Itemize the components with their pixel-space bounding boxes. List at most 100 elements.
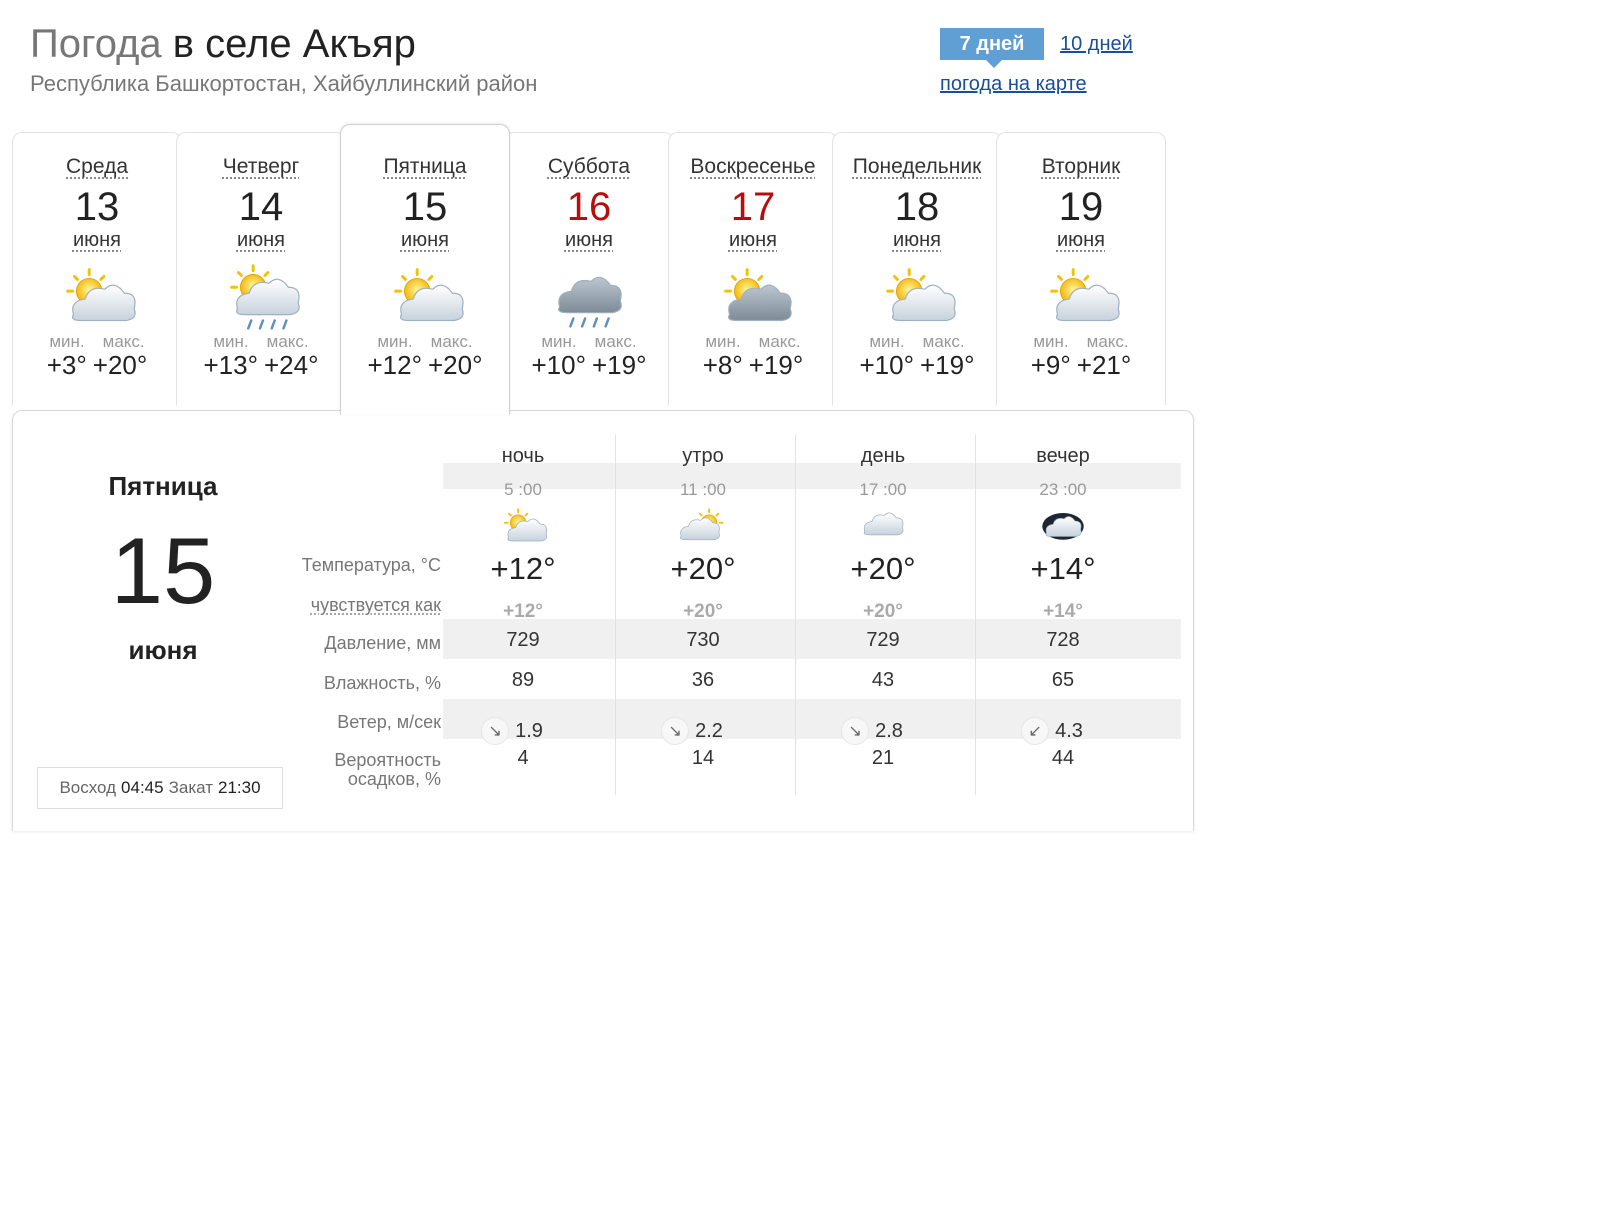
period-temperature: +12°: [490, 551, 556, 586]
period-time: 5 :00: [504, 480, 542, 499]
period-name: вечер: [1036, 445, 1090, 467]
day-name[interactable]: Четверг: [177, 155, 345, 179]
sunrise-label: Восход: [59, 778, 117, 797]
title-location: в селе Акъяр: [172, 22, 416, 66]
max-label: макс.: [1086, 332, 1129, 351]
min-label: мин.: [1033, 332, 1069, 351]
partly-cloudy-icon: [380, 264, 470, 332]
wind-speed: 1.9: [515, 719, 543, 742]
day-name[interactable]: Суббота: [505, 155, 673, 179]
ten-days-link[interactable]: 10 дней: [1060, 33, 1133, 56]
period-feels-like: +20°: [683, 601, 723, 622]
day-detail-panel: Пятница 15 июня Восход 04:45 Закат 21:30…: [12, 410, 1194, 831]
precip-label: Вероятность осадков, %: [334, 751, 441, 789]
day-month: июня: [892, 229, 942, 251]
min-max-values: +13° +24°: [177, 350, 345, 381]
period-humidity: 36: [691, 669, 715, 691]
day-card[interactable]: Суббота 16 июня мин. макс. +10° +19°: [504, 132, 674, 405]
day-number: 17: [730, 185, 776, 229]
weather-map-link[interactable]: погода на карте: [940, 73, 1087, 96]
night-cloud-icon: [1035, 505, 1091, 549]
day-card[interactable]: Понедельник 18 июня мин. макс. +10° +19°: [832, 132, 1002, 405]
period-wind: ↘ 1.9: [431, 717, 615, 745]
period-pressure: 728: [1046, 629, 1080, 651]
feels-like-label[interactable]: чувствуется как: [311, 595, 441, 616]
precip-label-line1: Вероятность: [334, 750, 441, 770]
detail-day-name: Пятница: [108, 471, 218, 501]
min-temp: +9°: [1030, 350, 1071, 380]
period-time: 11 :00: [679, 480, 726, 499]
partly-cloudy-rain-icon: [216, 264, 306, 332]
period-feels-like: +20°: [863, 601, 903, 622]
day-month: июня: [400, 229, 450, 251]
period-column: утро 11 :00 +20° +20° 730 36 ↘ 2.2 14: [611, 435, 796, 795]
wind-direction-icon: ↙: [1021, 717, 1050, 745]
max-temp: +19°: [748, 350, 804, 380]
cloud-rain-icon: [544, 264, 634, 332]
temperature-label: Температура, °C: [301, 555, 441, 575]
min-temp: +13°: [203, 350, 258, 380]
day-month: июня: [1056, 229, 1106, 251]
day-name[interactable]: Вторник: [997, 155, 1165, 179]
period-pressure: 729: [866, 629, 900, 651]
seven-days-button[interactable]: 7 дней: [940, 28, 1044, 68]
wind-speed: 2.2: [695, 719, 723, 742]
day-number: 13: [74, 185, 120, 229]
max-temp: +19°: [920, 350, 975, 380]
period-precip: 14: [691, 747, 715, 769]
max-temp: +20°: [428, 350, 483, 380]
wind-label: Ветер, м/сек: [337, 712, 441, 732]
day-name[interactable]: Понедельник: [833, 155, 1001, 179]
max-temp: +24°: [264, 350, 319, 380]
day-name[interactable]: Пятница: [341, 155, 509, 179]
day-card[interactable]: Воскресенье 17 июня мин. макс. +8° +19°: [668, 132, 838, 405]
period-pressure: 729: [506, 629, 540, 651]
day-name[interactable]: Среда: [13, 155, 181, 179]
min-max-labels: мин. макс.: [669, 332, 837, 352]
min-label: мин.: [213, 332, 249, 351]
wind-direction-icon: ↘: [661, 717, 690, 745]
partly-cloudy-icon: [872, 264, 962, 332]
wind-direction-icon: ↘: [841, 717, 870, 745]
day-card[interactable]: Вторник 19 июня мин. макс. +9° +21°: [996, 132, 1166, 405]
max-label: макс.: [922, 332, 965, 351]
title-prefix: Погода: [30, 22, 162, 66]
max-temp: +20°: [92, 350, 148, 380]
day-card[interactable]: Среда 13 июня мин. макс. +3° +20°: [12, 132, 182, 405]
min-max-values: +3° +20°: [13, 350, 181, 381]
min-label: мин.: [49, 332, 85, 351]
day-month: июня: [72, 229, 122, 251]
min-label: мин.: [705, 332, 741, 351]
max-temp: +21°: [1076, 350, 1132, 380]
humidity-label: Влажность, %: [323, 673, 441, 693]
period-time: 23 :00: [1039, 480, 1087, 499]
page-header: Погода в селе Акъяр Республика Башкортос…: [30, 20, 537, 97]
period-feels-like: +14°: [1043, 601, 1083, 622]
partly-cloudy-icon: [52, 264, 142, 332]
min-max-values: +9° +21°: [997, 350, 1165, 381]
period-column: вечер 23 :00 +14° +14° 728 65 ↙ 4.3 44: [971, 435, 1155, 795]
day-number: 19: [1058, 185, 1104, 229]
period-precip: 44: [1051, 747, 1075, 769]
day-name[interactable]: Воскресенье: [669, 155, 837, 179]
day-number: 14: [238, 185, 284, 229]
day-card[interactable]: Четверг 14 июня мин. макс. +13° +24°: [176, 132, 346, 405]
min-label: мин.: [541, 332, 577, 351]
min-max-labels: мин. макс.: [341, 332, 509, 352]
period-column: день 17 :00 +20° +20° 729 43 ↘ 2.8 21: [791, 435, 976, 795]
period-temperature: +20°: [670, 551, 736, 586]
min-temp: +12°: [367, 350, 422, 380]
partly-cloudy-icon: [495, 505, 551, 549]
period-temperature: +14°: [1030, 551, 1096, 586]
day-month: июня: [236, 229, 286, 251]
min-max-labels: мин. макс.: [997, 332, 1165, 352]
day-month: июня: [728, 229, 778, 251]
min-label: мин.: [377, 332, 413, 351]
min-max-labels: мин. макс.: [833, 332, 1001, 352]
period-humidity: 65: [1051, 669, 1075, 691]
sunrise-time: 04:45: [121, 778, 164, 797]
period-precip: 4: [517, 747, 529, 769]
min-max-values: +12° +20°: [341, 350, 509, 381]
min-temp: +3°: [46, 350, 87, 380]
day-card[interactable]: Пятница 15 июня мин. макс. +12° +20°: [340, 124, 510, 415]
